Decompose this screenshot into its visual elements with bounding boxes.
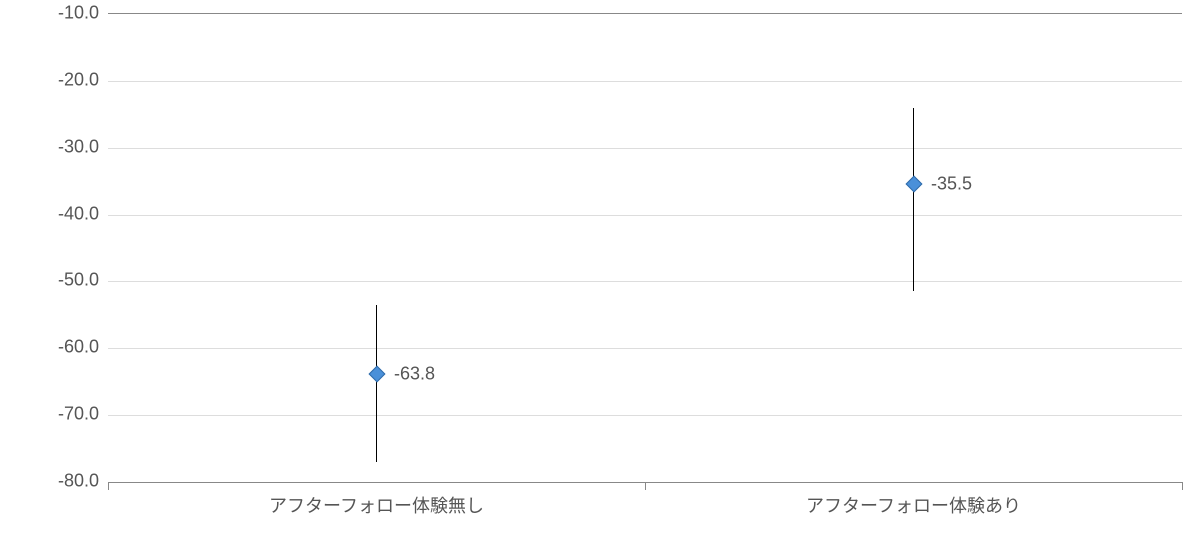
y-tick-label: -30.0: [19, 136, 99, 157]
x-tick-mark: [108, 482, 109, 490]
plot-area: -63.8 -35.5: [108, 13, 1182, 481]
y-tick-label: -20.0: [19, 69, 99, 90]
gridline: [108, 81, 1182, 82]
data-label: -35.5: [931, 174, 972, 195]
gridline: [108, 215, 1182, 216]
gridline: [108, 348, 1182, 349]
data-label: -63.8: [394, 363, 435, 384]
y-tick-label: -40.0: [19, 203, 99, 224]
error-bar: [376, 305, 377, 462]
data-marker: [905, 176, 922, 193]
data-marker: [368, 365, 385, 382]
x-tick-mark: [645, 482, 646, 490]
chart-container: -63.8 -35.5 -10.0 -20.0 -30.0 -40.0 -50.…: [0, 0, 1199, 537]
y-tick-label: -50.0: [19, 270, 99, 291]
y-tick-label: -60.0: [19, 337, 99, 358]
y-tick-label: -10.0: [19, 3, 99, 24]
y-tick-label: -80.0: [19, 471, 99, 492]
gridline: [108, 415, 1182, 416]
gridline: [108, 281, 1182, 282]
x-tick-label: アフターフォロー体験無し: [269, 492, 484, 518]
x-tick-mark: [1182, 482, 1183, 490]
gridline: [108, 148, 1182, 149]
x-tick-label: アフターフォロー体験あり: [806, 492, 1021, 518]
error-bar: [913, 108, 914, 292]
y-tick-label: -70.0: [19, 404, 99, 425]
